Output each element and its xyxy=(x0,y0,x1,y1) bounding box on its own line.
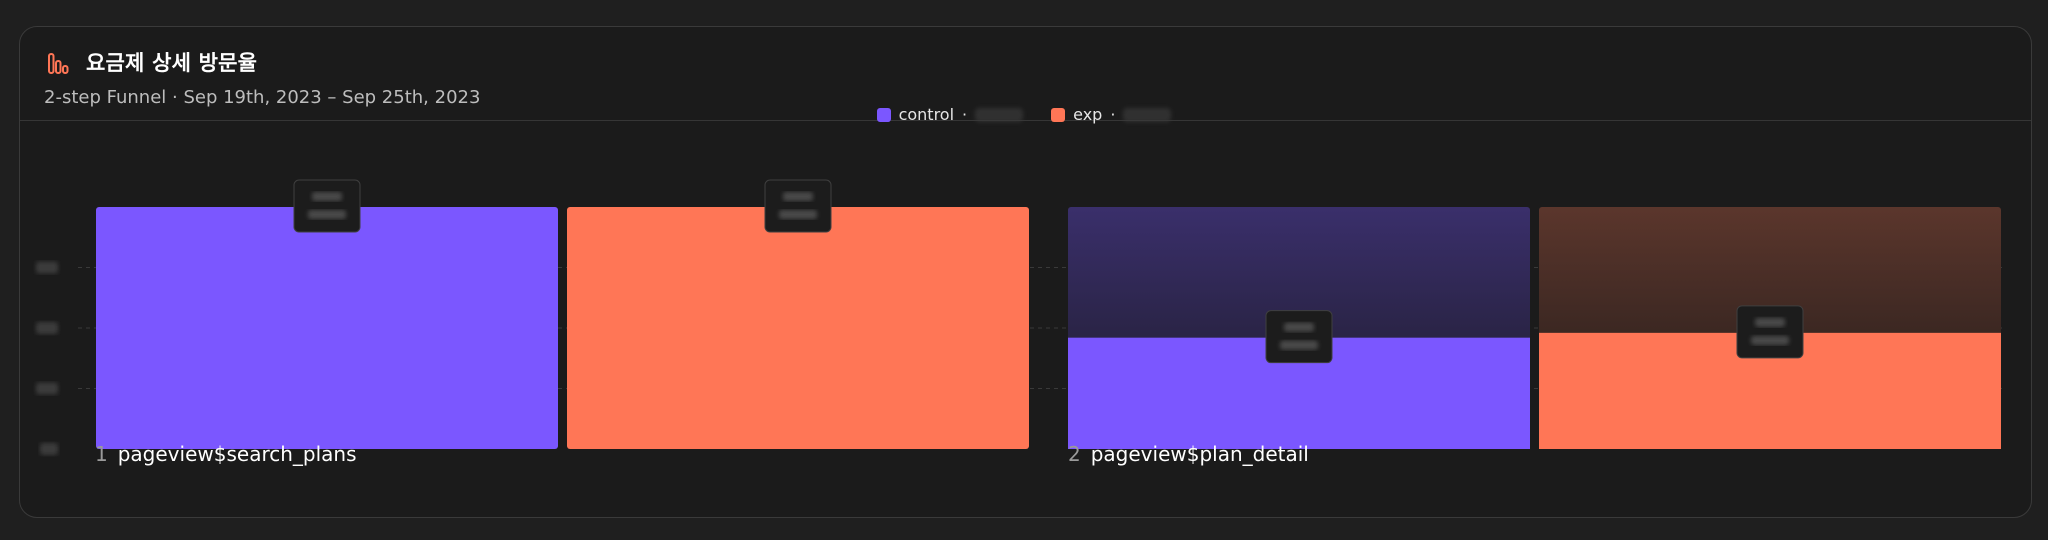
bar-exp-step-1[interactable] xyxy=(567,207,1029,449)
tooltip-value-blurred xyxy=(1284,322,1314,332)
tooltip-value-blurred xyxy=(1751,335,1789,345)
tooltip-value-blurred xyxy=(783,192,813,201)
y-tick-label-blurred xyxy=(36,261,58,274)
step-number-1: 1 xyxy=(95,442,108,466)
tooltip-value-blurred xyxy=(312,192,342,201)
tooltip-value-blurred xyxy=(308,210,346,219)
step-name-2: pageview$plan_detail xyxy=(1090,442,1309,466)
y-tick-label-blurred xyxy=(36,382,58,395)
y-tick-label-blurred xyxy=(36,322,58,334)
value-tooltip-control-step-1 xyxy=(293,179,361,233)
tooltip-value-blurred xyxy=(779,210,817,219)
y-tick-label-blurred xyxy=(40,443,58,455)
step-number-2: 2 xyxy=(1068,442,1081,466)
bar-control-step-1[interactable] xyxy=(96,207,558,449)
step-label-2: 2 pageview$plan_detail xyxy=(1068,442,1309,466)
tooltip-value-blurred xyxy=(1280,340,1318,350)
step-name-1: pageview$search_plans xyxy=(117,442,357,466)
value-tooltip-exp-step-2 xyxy=(1736,305,1804,359)
value-tooltip-exp-step-1 xyxy=(764,179,832,233)
tooltip-value-blurred xyxy=(1755,317,1785,327)
step-label-1: 1 pageview$search_plans xyxy=(95,442,357,466)
value-tooltip-control-step-2 xyxy=(1265,310,1333,364)
